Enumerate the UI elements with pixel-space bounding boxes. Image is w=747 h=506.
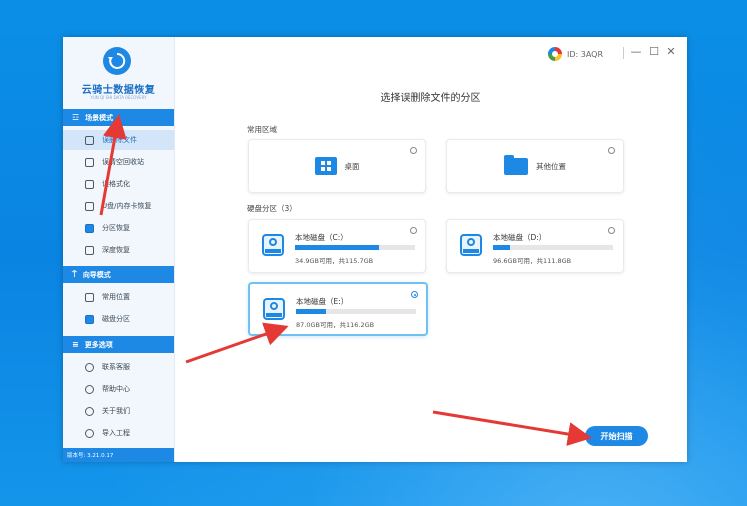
deep-scan-icon [85, 245, 94, 255]
disk-partitions-label: 硬盘分区（3） [247, 204, 297, 213]
sidebar-item-deleted-files[interactable]: 误删除文件 [63, 130, 174, 150]
sidebar-item-label: 误清空回收站 [102, 158, 144, 166]
radio-button-selected[interactable] [411, 291, 418, 298]
sidebar-item-help-center[interactable]: 帮助中心 [63, 379, 174, 399]
sidebar-item-contact-support[interactable]: 联系客服 [63, 357, 174, 377]
disk-capacity: 34.9GB可用，共115.7GB [295, 257, 374, 265]
sidebar-item-label: 关于我们 [102, 407, 130, 415]
radio-button[interactable] [608, 227, 615, 234]
floppy-icon [85, 179, 94, 189]
file-icon [85, 135, 94, 145]
disk-usage-fill [295, 245, 379, 250]
disk-card-c[interactable]: 本地磁盘（C:） 34.9GB可用，共115.7GB [248, 219, 426, 273]
section-title: 向导模式 [82, 270, 111, 279]
sidebar-item-deep-recovery[interactable]: 深度恢复 [63, 240, 174, 260]
app-logo-icon [103, 47, 131, 75]
sidebar-item-label: 帮助中心 [102, 385, 130, 393]
sidebar-item-label: 常用位置 [102, 293, 130, 301]
version-label: 版本号: 3.21.0.17 [63, 448, 174, 462]
maximize-button[interactable]: ☐ [647, 44, 661, 60]
user-id-badge[interactable]: ID: 3AQR [548, 46, 603, 62]
section-header-wizard-mode: ⍑ 向导模式 [63, 266, 174, 283]
hard-disk-icon [460, 234, 482, 256]
disk-usage-bar [296, 309, 416, 314]
recycle-bin-icon [85, 157, 94, 167]
location-card-other[interactable]: 其他位置 [446, 139, 624, 193]
sidebar-item-recycle-bin[interactable]: 误清空回收站 [63, 152, 174, 172]
sidebar-item-disk-partitions[interactable]: 磁盘分区 [63, 309, 174, 329]
disk-capacity: 96.6GB可用，共111.8GB [493, 257, 572, 265]
sidebar-item-partition-recovery[interactable]: 分区恢复 [63, 218, 174, 238]
menu-icon: ≡ [72, 340, 79, 349]
sidebar-item-label: 导入工程 [102, 429, 130, 437]
usb-drive-icon [85, 201, 94, 211]
refresh-icon [108, 52, 126, 69]
sidebar-item-usb-card[interactable]: U盘/内存卡恢复 [63, 196, 174, 216]
disk-name: 本地磁盘（E:） [296, 297, 349, 306]
monitor-icon [85, 292, 94, 302]
user-id-text: ID: 3AQR [567, 49, 604, 59]
minimize-button[interactable]: — [629, 44, 643, 60]
disk-name: 本地磁盘（D:） [493, 233, 547, 242]
location-label: 桌面 [344, 161, 360, 171]
location-card-desktop[interactable]: 桌面 [248, 139, 426, 193]
disk-capacity: 87.0GB可用，共116.2GB [296, 321, 375, 329]
headset-icon [85, 362, 94, 372]
windows-logo-icon [314, 157, 337, 175]
brand-title: 云骑士数据恢复 [81, 85, 156, 96]
scene-mode-icon: ☲ [72, 113, 80, 122]
section-header-scene-mode: ☲ 场景模式 [63, 109, 174, 126]
folder-icon [504, 154, 528, 175]
app-window: 云骑士数据恢复 YUN QI SHI DATA RECOVERY ☲ 场景模式 … [63, 37, 687, 462]
help-icon [85, 384, 94, 394]
disk-usage-bar [295, 245, 415, 250]
section-title: 场景模式 [85, 113, 114, 122]
sidebar-item-format[interactable]: 误格式化 [63, 174, 174, 194]
disk-card-d[interactable]: 本地磁盘（D:） 96.6GB可用，共111.8GB [446, 219, 624, 273]
hard-disk-icon [263, 298, 285, 320]
disk-partition-icon [85, 314, 94, 324]
sidebar-item-label: 误格式化 [102, 180, 130, 188]
brand-subtitle: YUN QI SHI DATA RECOVERY [90, 95, 147, 100]
page-title: 选择误删除文件的分区 [380, 93, 481, 104]
sidebar-item-label: 深度恢复 [102, 246, 130, 254]
sidebar-item-label: 分区恢复 [102, 224, 130, 232]
radio-button[interactable] [410, 227, 417, 234]
section-title: 更多选项 [84, 340, 113, 349]
sidebar-item-about-us[interactable]: 关于我们 [63, 401, 174, 421]
sidebar-item-label: U盘/内存卡恢复 [102, 202, 152, 210]
partition-icon [85, 223, 94, 233]
sidebar-item-label: 联系客服 [102, 363, 130, 371]
signpost-icon: ⍑ [72, 269, 77, 279]
location-label: 其他位置 [536, 161, 566, 171]
sidebar-item-import-project[interactable]: 导入工程 [63, 423, 174, 443]
disk-name: 本地磁盘（C:） [295, 233, 348, 242]
sidebar: 云骑士数据恢复 YUN QI SHI DATA RECOVERY ☲ 场景模式 … [63, 37, 175, 462]
start-scan-button[interactable]: 开始扫描 [585, 426, 648, 446]
account-icon [548, 47, 562, 61]
disk-usage-fill [493, 245, 510, 250]
disk-usage-bar [493, 245, 613, 250]
sidebar-item-common-locations[interactable]: 常用位置 [63, 287, 174, 307]
common-area-label: 常用区域 [247, 125, 277, 134]
section-header-more-options: ≡ 更多选项 [63, 336, 174, 353]
titlebar-separator [623, 47, 624, 59]
sidebar-item-label: 磁盘分区 [102, 315, 130, 323]
info-icon [85, 406, 94, 416]
disk-usage-fill [296, 309, 326, 314]
disk-card-e[interactable]: 本地磁盘（E:） 87.0GB可用，共116.2GB [248, 282, 428, 336]
close-button[interactable]: ✕ [664, 44, 678, 60]
sidebar-item-label: 误删除文件 [102, 136, 137, 144]
import-icon [85, 428, 94, 438]
hard-disk-icon [262, 234, 284, 256]
